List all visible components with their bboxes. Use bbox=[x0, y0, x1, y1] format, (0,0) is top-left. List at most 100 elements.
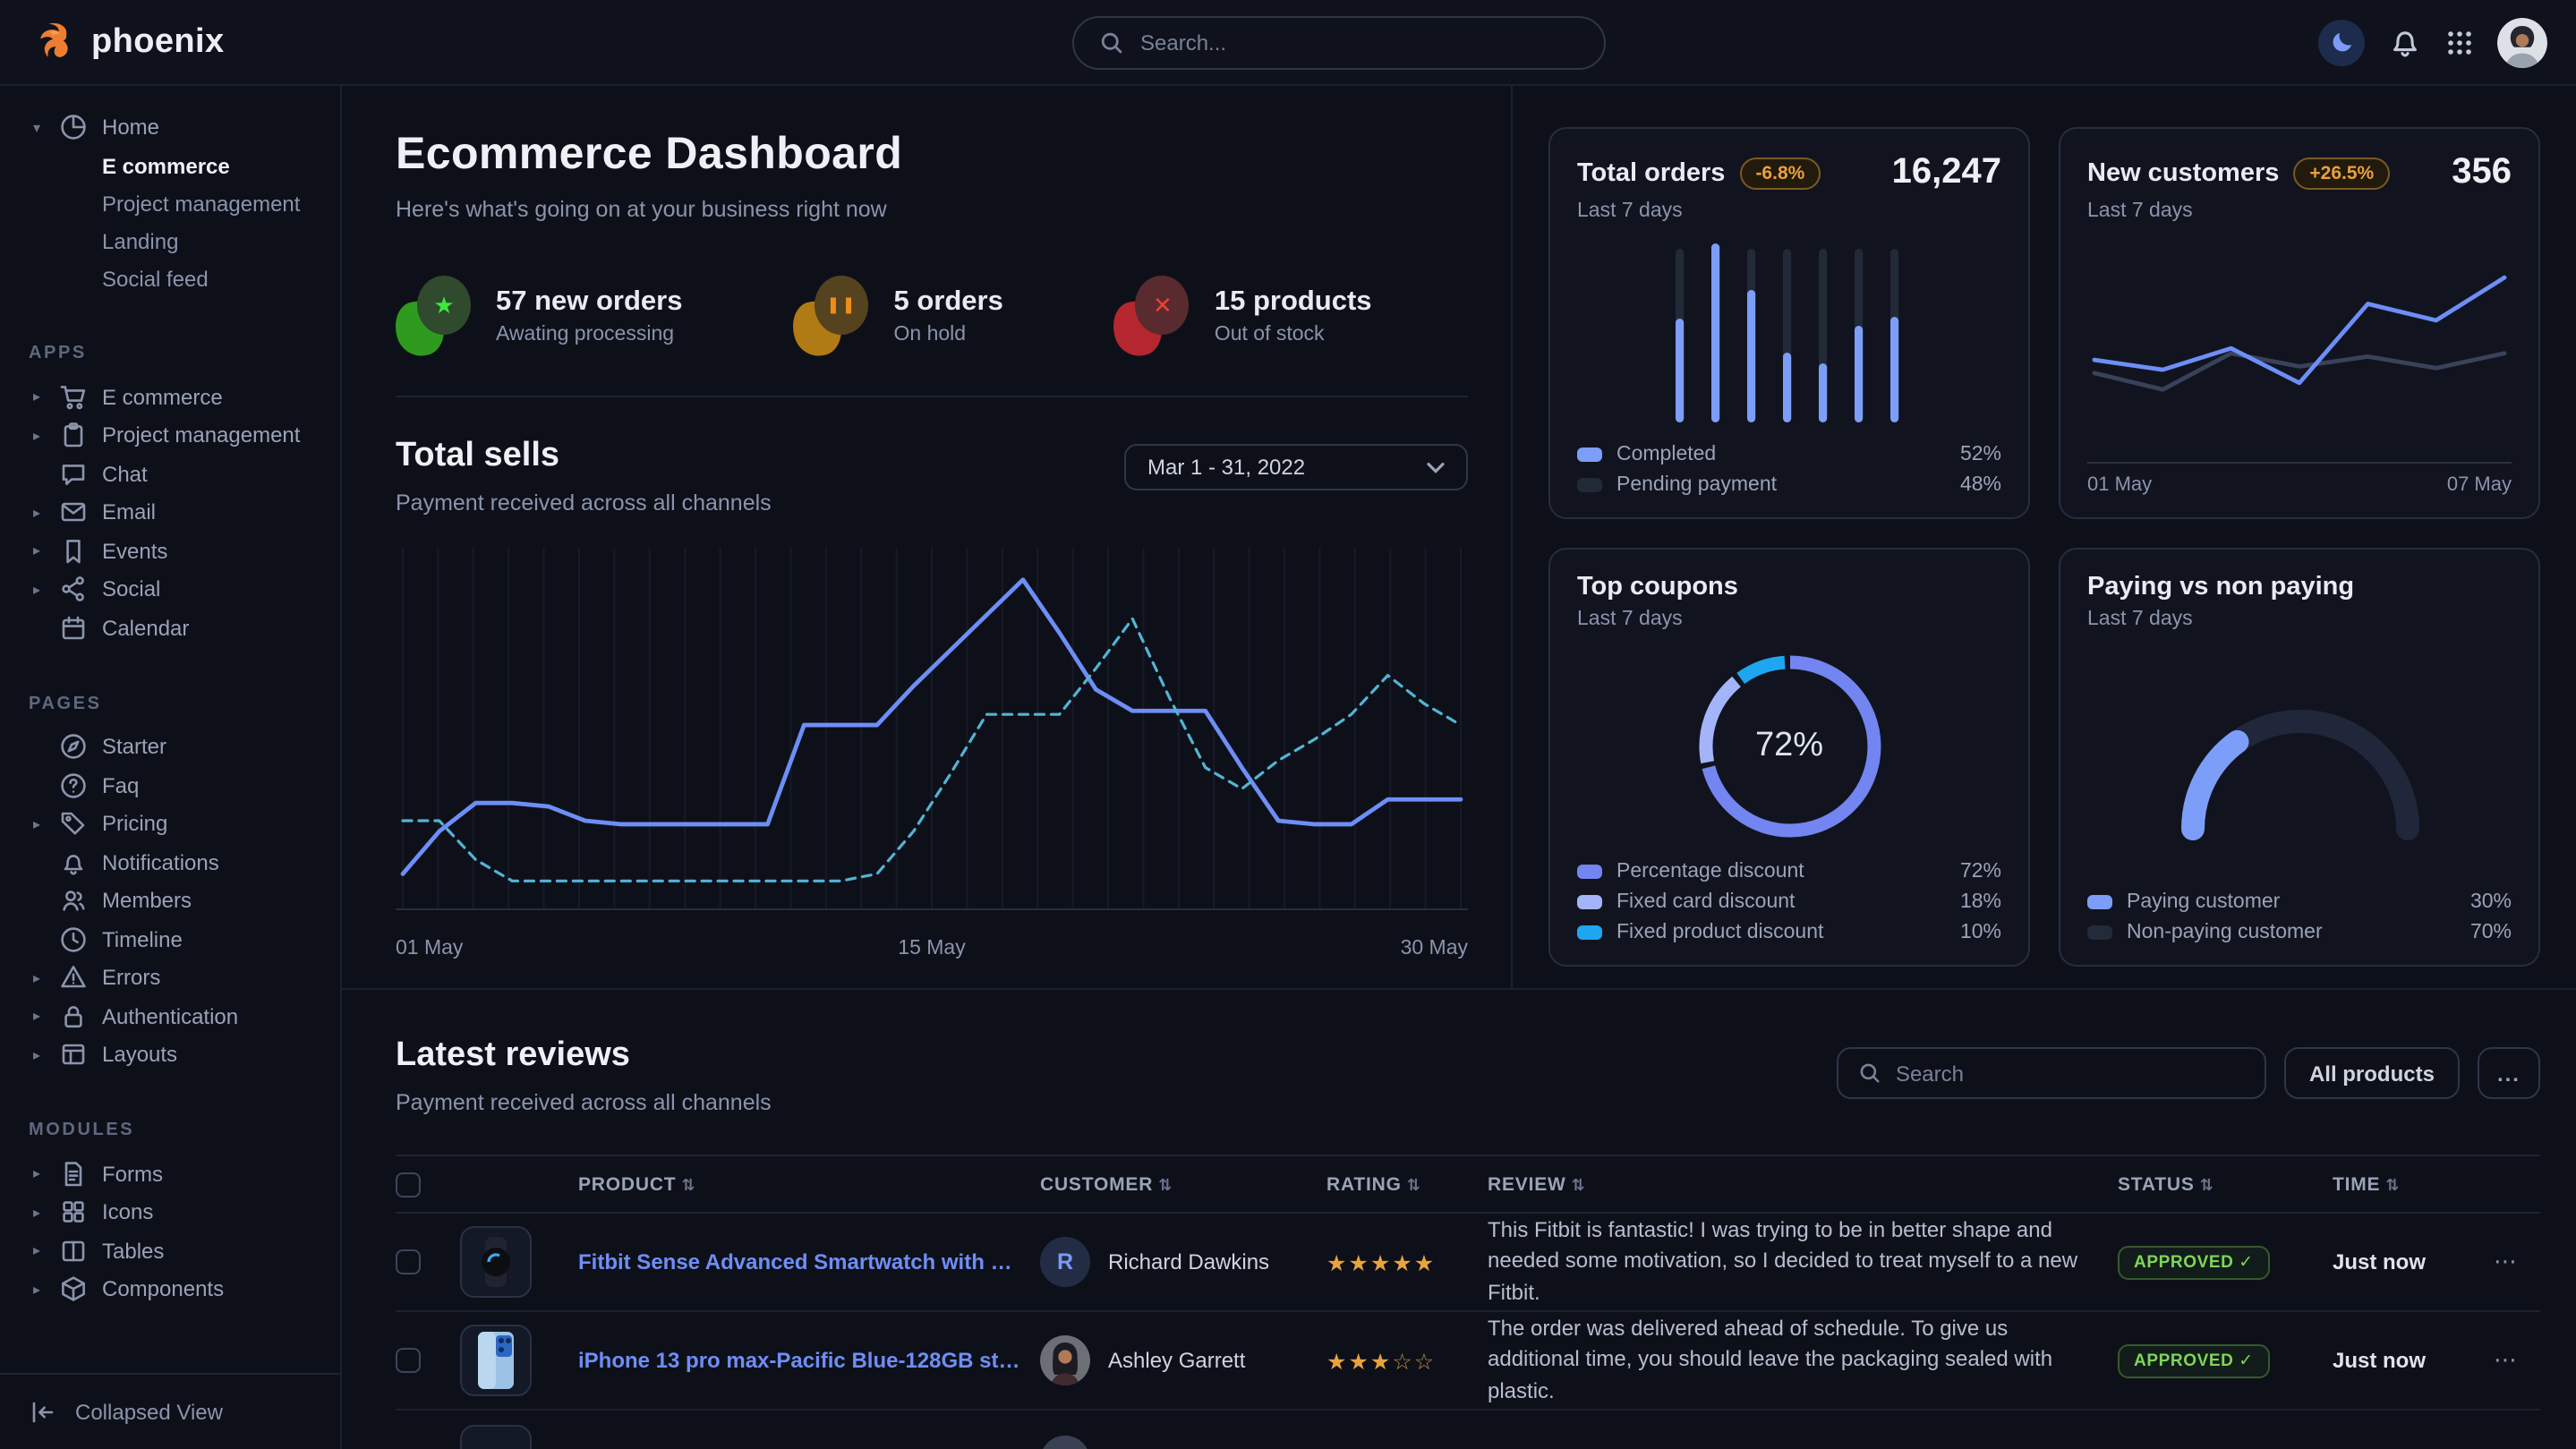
more-options-button[interactable]: ... bbox=[2478, 1047, 2540, 1099]
donut-center-label: 72% bbox=[1755, 726, 1823, 765]
sidebar-item-email[interactable]: ▸Email bbox=[29, 493, 326, 532]
clipboard-icon bbox=[59, 422, 88, 450]
apps-menu-button[interactable] bbox=[2445, 28, 2474, 56]
reviews-search[interactable] bbox=[1837, 1047, 2266, 1099]
sidebar-item-pricing[interactable]: ▸Pricing bbox=[29, 805, 326, 843]
global-search[interactable] bbox=[1072, 16, 1606, 70]
x-badge-icon: ✕ bbox=[1114, 276, 1190, 356]
warning-icon bbox=[59, 964, 88, 993]
sidebar-item-starter[interactable]: ▸Starter bbox=[29, 728, 326, 766]
legend-value: 52% bbox=[1960, 444, 2001, 465]
sidebar-item-label: Authentication bbox=[102, 1004, 238, 1029]
sidebar-subitem-e-commerce[interactable]: E commerce bbox=[29, 147, 326, 184]
pause-badge-icon: ❚❚ bbox=[794, 276, 869, 356]
reviews-search-input[interactable] bbox=[1896, 1061, 2245, 1086]
caret-right-icon: ▸ bbox=[29, 389, 45, 405]
sidebar-item-e-commerce[interactable]: ▸E commerce bbox=[29, 378, 326, 416]
sidebar-item-social[interactable]: ▸Social bbox=[29, 570, 326, 609]
sidebar-subitem-project-management[interactable]: Project management bbox=[29, 184, 326, 222]
sidebar-item-chat[interactable]: ▸Chat bbox=[29, 455, 326, 493]
sidebar-item-label: Faq bbox=[102, 773, 139, 798]
main-content: Ecommerce Dashboard Here's what's going … bbox=[342, 86, 2576, 1449]
sidebar-item-authentication[interactable]: ▸Authentication bbox=[29, 997, 326, 1036]
select-all-checkbox[interactable] bbox=[396, 1172, 421, 1197]
product-thumbnail[interactable] bbox=[460, 1226, 532, 1298]
phoenix-logo-icon bbox=[29, 18, 77, 66]
table-row: iPhone 13 pro max-Pacific Blue-128GB sto… bbox=[396, 1312, 2540, 1411]
sidebar-item-label: Components bbox=[102, 1277, 224, 1302]
notifications-button[interactable] bbox=[2388, 25, 2422, 59]
sidebar-item-calendar[interactable]: ▸Calendar bbox=[29, 609, 326, 647]
search-input[interactable] bbox=[1140, 30, 1579, 55]
sidebar-item-label: Layouts bbox=[102, 1043, 177, 1068]
sidebar-item-home[interactable]: ▾ Home bbox=[29, 107, 326, 147]
sort-icon: ⇅ bbox=[2385, 1175, 2400, 1193]
collapse-view-button[interactable]: Collapsed View bbox=[0, 1373, 340, 1449]
sidebar-subitem-social-feed[interactable]: Social feed bbox=[29, 260, 326, 297]
row-checkbox[interactable] bbox=[396, 1348, 421, 1373]
caret-right-icon: ▸ bbox=[29, 582, 45, 598]
total-orders-chart bbox=[1577, 222, 2001, 444]
sidebar-item-errors[interactable]: ▸Errors bbox=[29, 959, 326, 997]
reviews-title: Latest reviews bbox=[396, 1036, 772, 1076]
sidebar-item-timeline[interactable]: ▸Timeline bbox=[29, 920, 326, 959]
status-badge: APPROVED ✓ bbox=[2118, 1344, 2270, 1378]
sidebar-item-label: Timeline bbox=[102, 927, 183, 952]
sidebar-item-members[interactable]: ▸Members bbox=[29, 882, 326, 920]
row-more-icon[interactable]: ⋯ bbox=[2494, 1346, 2540, 1375]
column-header-time[interactable]: TIME⇅ bbox=[2333, 1173, 2476, 1195]
sidebar-item-icons[interactable]: ▸Icons bbox=[29, 1193, 326, 1232]
customer-name: Ashley Garrett bbox=[1108, 1348, 1245, 1373]
table-header-row: PRODUCT⇅ CUSTOMER⇅ RATING⇅ REVIEW⇅ STATU… bbox=[396, 1155, 2540, 1214]
row-more-icon[interactable]: ⋯ bbox=[2494, 1248, 2540, 1276]
legend-label: Fixed card discount bbox=[1616, 891, 1795, 913]
new-customers-x-labels: 01 May 07 May bbox=[2087, 462, 2512, 496]
all-products-button[interactable]: All products bbox=[2284, 1047, 2460, 1099]
sidebar-subitem-landing[interactable]: Landing bbox=[29, 222, 326, 260]
grid-icon bbox=[59, 1198, 88, 1227]
column-header-status[interactable]: STATUS⇅ bbox=[2118, 1173, 2315, 1195]
user-avatar[interactable] bbox=[2497, 17, 2547, 67]
date-range-select[interactable]: Mar 1 - 31, 2022 bbox=[1124, 444, 1468, 490]
brand[interactable]: phoenix bbox=[29, 18, 225, 66]
card-period: Last 7 days bbox=[1577, 609, 2001, 630]
sidebar-item-tables[interactable]: ▸Tables bbox=[29, 1232, 326, 1270]
row-checkbox[interactable] bbox=[396, 1249, 421, 1274]
stat-star: ★57 new ordersAwating processing bbox=[396, 276, 683, 356]
sidebar-section-label: APPS bbox=[29, 344, 326, 363]
total-sells-chart bbox=[396, 544, 1468, 924]
theme-toggle-button[interactable] bbox=[2318, 19, 2365, 65]
sidebar-item-faq[interactable]: ▸Faq bbox=[29, 766, 326, 805]
bell-icon bbox=[2388, 25, 2422, 59]
app-root: phoenix bbox=[0, 0, 2576, 1449]
sidebar-item-notifications[interactable]: ▸Notifications bbox=[29, 843, 326, 882]
sidebar-item-forms[interactable]: ▸Forms bbox=[29, 1155, 326, 1193]
product-thumbnail[interactable] bbox=[460, 1325, 532, 1396]
product-link[interactable]: iPhone 13 pro max-Pacific Blue-128GB sto… bbox=[578, 1348, 1022, 1373]
sidebar-item-label: Members bbox=[102, 889, 192, 914]
caret-right-icon: ▸ bbox=[29, 428, 45, 444]
sidebar-item-layouts[interactable]: ▸Layouts bbox=[29, 1036, 326, 1074]
stat-caption: Awating processing bbox=[496, 324, 683, 345]
chat-icon bbox=[59, 460, 88, 489]
caret-down-icon: ▾ bbox=[29, 119, 45, 135]
column-header-review[interactable]: REVIEW⇅ bbox=[1488, 1173, 2100, 1195]
lock-icon bbox=[59, 1002, 88, 1031]
new-customers-card: New customers +26.5% 356 Last 7 days 01 … bbox=[2059, 127, 2540, 519]
card-title: Total orders bbox=[1577, 158, 1725, 187]
sidebar-item-project-management[interactable]: ▸Project management bbox=[29, 416, 326, 455]
product-link[interactable]: Fitbit Sense Advanced Smartwatch with To… bbox=[578, 1249, 1022, 1274]
sidebar-item-events[interactable]: ▸Events bbox=[29, 532, 326, 570]
clock-icon bbox=[59, 925, 88, 954]
legend-label: Fixed product discount bbox=[1616, 922, 1823, 943]
column-header-product[interactable]: PRODUCT⇅ bbox=[578, 1173, 1022, 1195]
reviews-subtitle: Payment received across all channels bbox=[396, 1090, 772, 1115]
caret-right-icon: ▸ bbox=[29, 1205, 45, 1221]
column-header-rating[interactable]: RATING⇅ bbox=[1326, 1173, 1470, 1195]
moon-icon bbox=[2328, 29, 2355, 55]
sidebar-item-components[interactable]: ▸Components bbox=[29, 1270, 326, 1308]
search-icon bbox=[1858, 1061, 1881, 1085]
column-header-customer[interactable]: CUSTOMER⇅ bbox=[1040, 1173, 1309, 1195]
table-icon bbox=[59, 1237, 88, 1266]
pie-chart-icon bbox=[59, 113, 88, 141]
